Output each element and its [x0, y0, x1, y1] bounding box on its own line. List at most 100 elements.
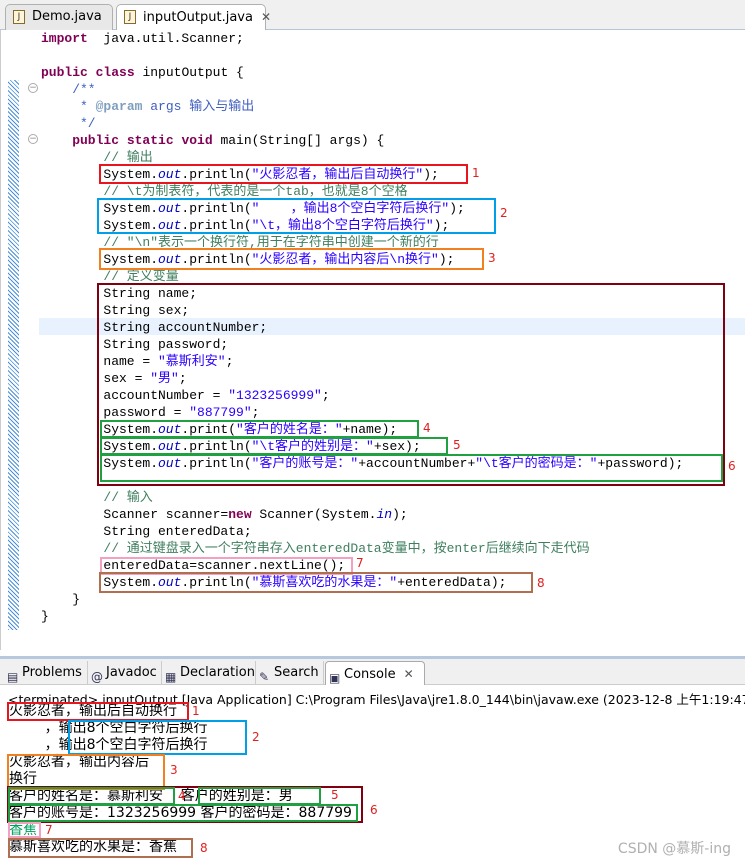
code-line: String enteredData; — [103, 523, 251, 540]
annotation-label: 7 — [45, 823, 53, 837]
code-token: Scanner scanner= — [103, 507, 229, 522]
annotation-label: 4 — [178, 789, 186, 803]
annotation-box-2 — [97, 198, 496, 234]
code-token: java.util.Scanner; — [87, 31, 244, 46]
annotation-label: 6 — [370, 803, 378, 817]
code-line: /** — [72, 81, 95, 98]
code-token: } — [72, 592, 80, 607]
code-token: public — [41, 65, 88, 80]
code-token: inputOutput { — [134, 65, 244, 80]
tab-console[interactable]: ▣ Console ✕ — [325, 661, 425, 685]
code-line: public static void main(String[] args) { — [72, 132, 384, 149]
code-line: import java.util.Scanner; — [41, 30, 244, 47]
fold-collapse-icon[interactable]: − — [28, 134, 38, 144]
code-token: /** — [72, 82, 96, 97]
tab-declaration[interactable]: ▦ Declaration — [162, 661, 256, 685]
annotation-label: 3 — [488, 251, 496, 265]
code-token: @param — [95, 99, 143, 114]
code-token: args 输入与输出 — [142, 99, 255, 114]
problems-icon: ▤ — [7, 670, 19, 684]
search-icon: ✎ — [259, 670, 270, 684]
code-line: * @param args 输入与输出 — [80, 98, 254, 115]
annotation-label: 4 — [423, 421, 431, 435]
code-token: * — [80, 99, 96, 114]
close-icon[interactable]: ✕ — [261, 10, 271, 24]
annotation-label: 1 — [192, 704, 200, 718]
annotation-label: 8 — [200, 841, 208, 855]
code-token: String enteredData; — [103, 524, 252, 539]
code-token: public — [72, 133, 119, 148]
annotation-label: 5 — [453, 438, 461, 452]
code-line: public class inputOutput { — [41, 64, 244, 81]
annotation-box-3 — [99, 248, 484, 270]
annotation-label: 2 — [500, 206, 508, 220]
tab-label: Problems — [22, 665, 82, 680]
declaration-icon: ▦ — [165, 670, 177, 684]
annotation-label: 3 — [170, 763, 178, 777]
code-token: import — [41, 31, 88, 46]
annotation-label: 7 — [356, 556, 364, 570]
console-box-1 — [7, 702, 189, 721]
code-token: */ — [80, 116, 96, 131]
tab-label: inputOutput.java — [143, 10, 253, 25]
tab-label: Search — [274, 665, 319, 680]
tab-javadoc[interactable]: @ Javadoc — [88, 661, 162, 685]
console-box-6 — [8, 804, 358, 822]
code-token: static — [126, 133, 174, 148]
close-icon[interactable]: ✕ — [404, 667, 414, 681]
annotation-box-6 — [100, 454, 723, 482]
annotation-box-8 — [99, 572, 533, 593]
tab-label: Demo.java — [32, 9, 102, 24]
code-token: // 定义变量 — [103, 269, 179, 284]
code-line: // 输入 — [103, 489, 152, 506]
code-token: class — [95, 65, 135, 80]
console-box-2 — [68, 720, 247, 755]
code-token: Scanner(System. — [251, 507, 377, 522]
bottom-tab-bar: ▤ Problems @ Javadoc ▦ Declaration ✎ Search … — [0, 659, 745, 685]
tab-inputoutput-java[interactable]: JinputOutput.java ✕ — [116, 4, 271, 30]
annotation-box-4 — [100, 420, 419, 438]
java-file-icon: J — [124, 10, 136, 24]
code-token: in — [376, 507, 393, 522]
console-box-7 — [8, 822, 41, 838]
overview-ruler — [8, 80, 19, 630]
code-token: // 输出 — [103, 150, 153, 165]
annotation-label: 2 — [252, 730, 260, 744]
java-file-icon: J — [13, 10, 25, 24]
tab-search[interactable]: ✎ Search — [256, 661, 324, 685]
tab-label: Console — [344, 667, 396, 682]
console-box-4 — [8, 787, 175, 805]
code-token: // 输入 — [103, 490, 153, 505]
console-box-3 — [7, 754, 165, 790]
console-box-5 — [198, 787, 321, 805]
console-box-8 — [8, 838, 193, 858]
tab-label: Javadoc — [106, 665, 157, 680]
code-token: new — [228, 507, 252, 522]
code-token: } — [41, 609, 49, 624]
annotation-box-1 — [99, 164, 468, 184]
code-line: } — [41, 608, 49, 625]
code-token: main(String[] args) { — [212, 133, 385, 148]
tab-demo-java[interactable]: J Demo.java — [5, 4, 113, 30]
annotation-label: 1 — [472, 166, 480, 180]
annotation-label: 5 — [331, 788, 339, 802]
tab-problems[interactable]: ▤ Problems — [4, 661, 88, 685]
annotation-label: 6 — [728, 459, 736, 473]
annotation-box-5 — [100, 437, 448, 455]
tab-label: Declaration — [180, 665, 255, 680]
code-token: // 通过键盘录入一个字符串存入enteredData变量中，按enter后继续… — [103, 541, 590, 556]
code-token: ); — [392, 507, 408, 522]
editor-tab-bar: J Demo.java JinputOutput.java ✕ — [0, 0, 745, 30]
code-line: Scanner scanner=new Scanner(System.in); — [103, 506, 407, 523]
annotation-label: 8 — [537, 576, 545, 590]
watermark: CSDN @慕斯-ing — [617, 841, 731, 857]
fold-collapse-icon[interactable]: − — [28, 83, 38, 93]
code-line: */ — [80, 115, 96, 132]
code-line: } — [72, 591, 80, 608]
console-icon: ▣ — [329, 671, 341, 685]
code-line: // 通过键盘录入一个字符串存入enteredData变量中，按enter后继续… — [103, 540, 589, 557]
code-token: // \t为制表符，代表的是一个tab，也就是8个空格 — [103, 184, 408, 199]
code-token: void — [181, 133, 213, 148]
